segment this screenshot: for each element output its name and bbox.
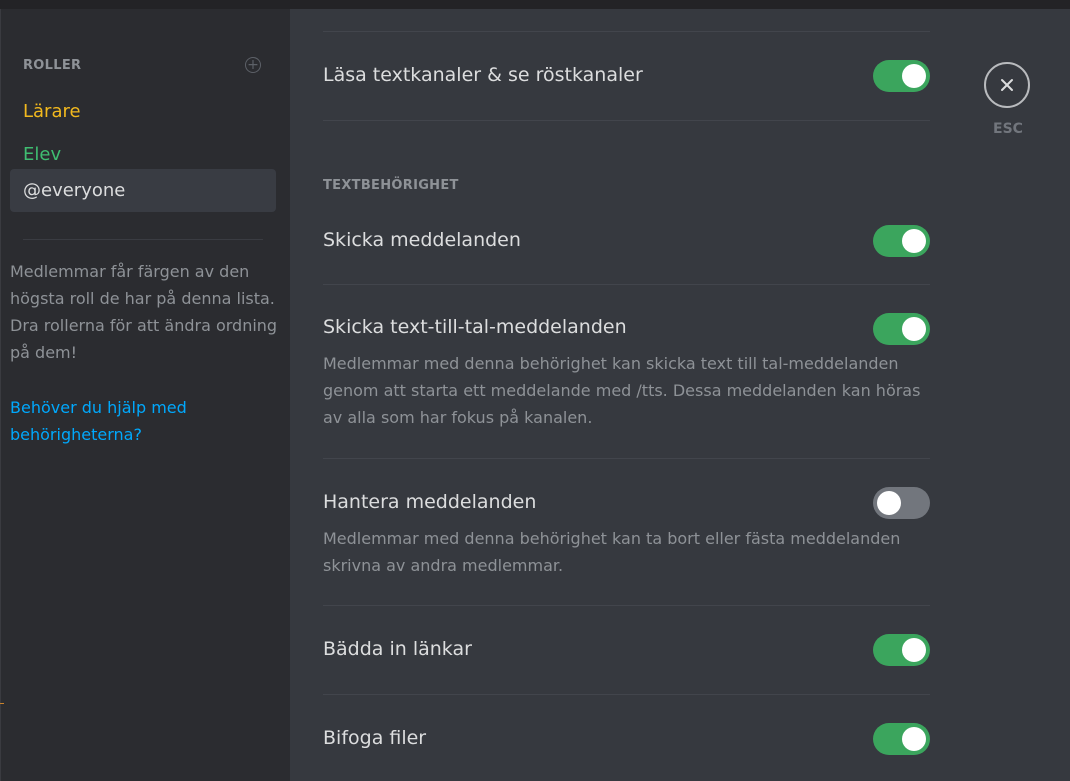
perm-read-label: Läsa textkanaler & se röstkanaler (323, 64, 643, 86)
perm-manage-label: Hantera meddelanden (323, 491, 537, 513)
perm-embed-label: Bädda in länkar (323, 638, 472, 660)
perm-manage-toggle[interactable] (873, 487, 930, 519)
toggle-knob (902, 64, 926, 88)
divider (323, 694, 930, 695)
permissions-help-link[interactable]: Behöver du hjälp med behörigheterna? (10, 394, 240, 448)
top-bar (0, 0, 1070, 9)
perm-read-toggle[interactable] (873, 60, 930, 92)
divider (323, 120, 930, 121)
perm-tts-toggle[interactable] (873, 313, 930, 345)
close-button[interactable] (984, 62, 1030, 108)
role-item-larare[interactable]: Lärare (10, 90, 276, 133)
roles-header: ROLLER + (23, 55, 263, 75)
section-text-permissions: TEXTBEHÖRIGHET (323, 178, 459, 193)
role-item-everyone[interactable]: @everyone (10, 169, 276, 212)
add-role-icon[interactable]: + (245, 57, 261, 73)
perm-attach-toggle[interactable] (873, 723, 930, 755)
toggle-knob (902, 638, 926, 662)
role-label: Lärare (23, 101, 81, 122)
edge-marker (0, 703, 4, 704)
divider (323, 284, 930, 285)
divider (323, 605, 930, 606)
perm-tts-label: Skicka text-till-tal-meddelanden (323, 316, 627, 338)
toggle-knob (902, 727, 926, 751)
sidebar-divider (23, 239, 263, 240)
close-icon (1001, 79, 1013, 91)
role-label: @everyone (23, 180, 126, 201)
divider (323, 31, 930, 32)
perm-attach-label: Bifoga filer (323, 727, 427, 749)
perm-embed-toggle[interactable] (873, 634, 930, 666)
perm-tts-description: Medlemmar med denna behörighet kan skick… (323, 354, 921, 427)
esc-label: ESC (993, 121, 1023, 137)
toggle-knob (902, 229, 926, 253)
toggle-knob (902, 317, 926, 341)
perm-manage-description: Medlemmar med denna behörighet kan ta bo… (323, 529, 901, 575)
toggle-knob (877, 491, 901, 515)
roles-title: ROLLER (23, 57, 82, 73)
role-label: Elev (23, 144, 62, 165)
role-order-info: Medlemmar får färgen av den högsta roll … (10, 262, 278, 362)
perm-send-label: Skicka meddelanden (323, 229, 521, 251)
divider (323, 458, 930, 459)
perm-send-toggle[interactable] (873, 225, 930, 257)
